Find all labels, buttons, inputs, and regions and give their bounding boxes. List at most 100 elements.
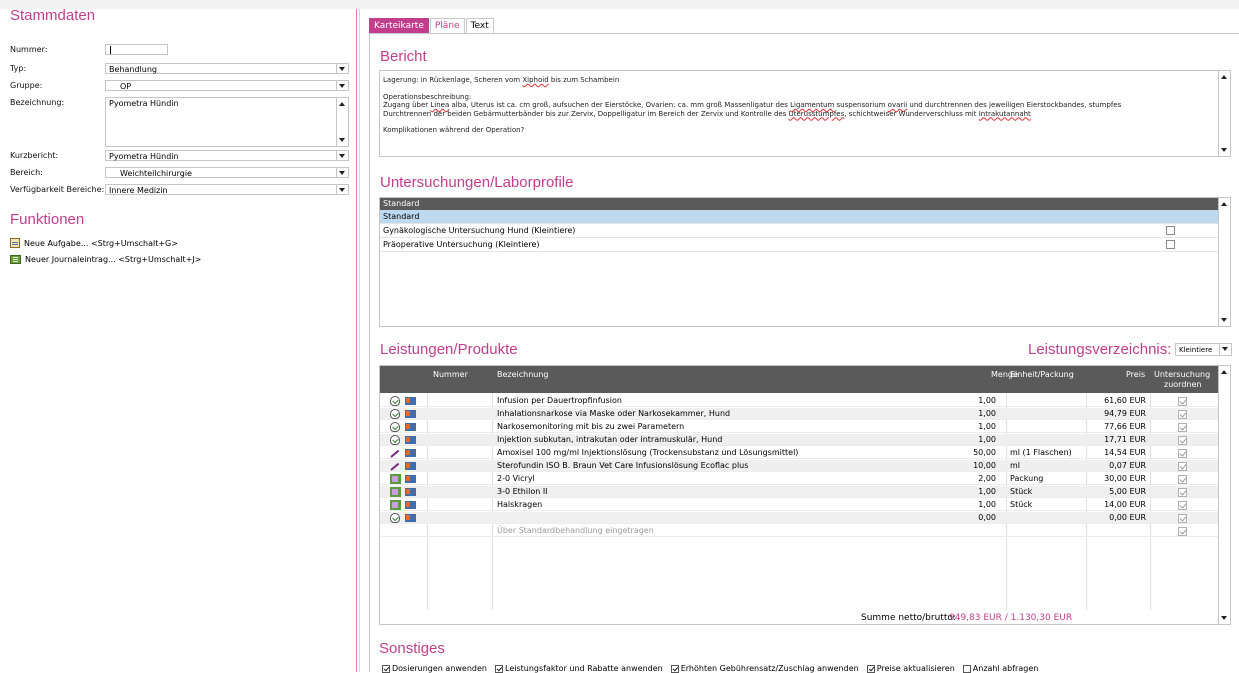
product-icon	[390, 474, 401, 484]
table-row[interactable]: Sterofundin ISO B. Braun Vet Care Infusi…	[380, 460, 1220, 472]
table-row[interactable]: Präoperative Untersuchung (Kleintiere)	[380, 238, 1220, 252]
row-checkbox[interactable]	[1166, 240, 1175, 249]
bericht-scrollbar[interactable]	[1218, 71, 1230, 156]
col-nummer[interactable]: Nummer	[433, 370, 468, 379]
row-checkbox[interactable]	[1178, 436, 1187, 445]
untersuchungen-title: Untersuchungen/Laborprofile	[380, 174, 574, 191]
invoice-icon	[405, 436, 416, 444]
checkbox[interactable]	[962, 664, 971, 673]
bereich-select[interactable]: Weichteilchirurgie	[105, 167, 349, 178]
tab-bar: Karteikarte Pläne Text	[369, 18, 495, 33]
row-checkbox[interactable]	[1178, 397, 1187, 406]
invoice-icon	[405, 462, 416, 470]
row-checkbox[interactable]	[1178, 488, 1187, 497]
col-bezeichnung[interactable]: Bezeichnung	[497, 370, 549, 379]
chevron-down-icon[interactable]	[336, 168, 348, 177]
chevron-down-icon[interactable]	[336, 81, 348, 90]
new-journal-link[interactable]: Neuer Journaleintrag... <Strg+Umschalt+J…	[10, 255, 201, 264]
scroll-up-icon[interactable]	[1219, 368, 1230, 376]
scroll-down-icon[interactable]	[1219, 614, 1230, 622]
table-row[interactable]: Narkosemonitoring mit bis zu zwei Parame…	[380, 421, 1220, 433]
chevron-down-icon[interactable]	[1219, 344, 1231, 355]
table-row[interactable]: Über Standardbehandlung eingetragen	[380, 525, 1220, 537]
ops-header: Operationsbeschreibung:	[383, 92, 472, 101]
scroll-down-icon[interactable]	[1219, 146, 1230, 154]
checkbox[interactable]	[382, 664, 390, 673]
chevron-down-icon[interactable]	[336, 64, 348, 73]
table-row[interactable]: Standard	[380, 210, 1220, 224]
kurzbericht-select[interactable]: Pyometra Hündin	[105, 150, 349, 161]
typ-select[interactable]: Behandlung	[105, 63, 349, 74]
scroll-up-icon[interactable]	[1219, 73, 1230, 81]
col-untersuchung[interactable]: Untersuchung	[1154, 370, 1210, 379]
table-row[interactable]: Infusion per Dauertropfinfusion 1,00 61,…	[380, 395, 1220, 407]
leistungsverzeichnis-select[interactable]: Kleintiere	[1175, 343, 1232, 356]
scroll-down-icon[interactable]	[1219, 316, 1230, 324]
invoice-icon	[405, 501, 416, 509]
stammdaten-title: Stammdaten	[10, 7, 96, 24]
treatment-icon	[390, 409, 400, 419]
checkbox[interactable]	[495, 664, 503, 673]
panel-divider[interactable]	[356, 9, 357, 672]
col-preis[interactable]: Preis	[1126, 370, 1145, 379]
syringe-icon	[390, 462, 400, 471]
table-row[interactable]: 3-0 Ethilon II 1,00 Stück 5,00 EUR	[380, 486, 1220, 498]
summe-label: Summe netto/brutto:	[861, 613, 956, 623]
table-row[interactable]: Injektion subkutan, intrakutan oder intr…	[380, 434, 1220, 446]
invoice-icon	[405, 475, 416, 483]
verfuegbarkeit-select[interactable]: Innere Medizin	[105, 184, 349, 195]
nummer-input[interactable]	[105, 44, 168, 55]
treatment-icon	[390, 396, 400, 406]
invoice-icon	[405, 514, 416, 522]
tab-text[interactable]: Text	[465, 18, 494, 33]
tab-karteikarte[interactable]: Karteikarte	[369, 18, 429, 33]
chevron-down-icon[interactable]	[336, 185, 348, 194]
row-checkbox[interactable]	[1178, 527, 1187, 536]
table-header: Nummer Bezeichnung Menge Einheit/Packung…	[380, 366, 1220, 393]
row-checkbox[interactable]	[1166, 226, 1175, 235]
row-checkbox[interactable]	[1178, 410, 1187, 419]
panel-divider-shadow	[359, 9, 360, 672]
text-caret	[110, 46, 111, 54]
scroll-down-icon[interactable]	[337, 136, 348, 144]
chevron-down-icon[interactable]	[336, 151, 348, 160]
new-task-link[interactable]: Neue Aufgabe... <Strg+Umschalt+G>	[10, 238, 178, 248]
checkbox[interactable]	[866, 664, 875, 673]
row-checkbox[interactable]	[1178, 475, 1187, 484]
table-row[interactable]: 0,00 0,00 EUR	[380, 512, 1220, 524]
bereich-label: Bereich:	[10, 168, 43, 177]
bericht-title: Bericht	[380, 48, 427, 65]
row-checkbox[interactable]	[1178, 423, 1187, 432]
row-checkbox[interactable]	[1178, 449, 1187, 458]
bericht-textarea[interactable]: Lagerung: in Rückenlage, Scheren vom Xip…	[379, 70, 1231, 157]
task-icon	[10, 238, 20, 248]
untersuchungen-table: Standard Standard Gynäkologische Untersu…	[379, 197, 1231, 327]
invoice-icon	[405, 488, 416, 496]
checkbox[interactable]	[670, 664, 679, 673]
leistungen-scrollbar[interactable]	[1218, 366, 1230, 624]
table-row[interactable]: Amoxisel 100 mg/ml Injektionslösung (Tro…	[380, 447, 1220, 459]
untersuchungen-scrollbar[interactable]	[1218, 198, 1230, 326]
col-einheit[interactable]: Einheit/Packung	[1010, 370, 1074, 379]
table-row[interactable]: Halskragen 1,00 Stück 14,00 EUR	[380, 499, 1220, 511]
product-icon	[390, 487, 401, 497]
row-checkbox[interactable]	[1178, 462, 1187, 471]
row-checkbox[interactable]	[1178, 514, 1187, 523]
nummer-label: Nummer:	[10, 45, 48, 54]
scroll-up-icon[interactable]	[1219, 200, 1230, 208]
typ-label: Typ:	[10, 64, 27, 73]
leistungen-title: Leistungen/Produkte	[380, 341, 518, 358]
row-checkbox[interactable]	[1178, 501, 1187, 510]
table-row[interactable]: 2-0 Vicryl 2,00 Packung 30,00 EUR	[380, 473, 1220, 485]
bezeichnung-textarea[interactable]: Pyometra Hündin	[105, 97, 349, 147]
scroll-up-icon[interactable]	[337, 100, 348, 108]
leistungsverzeichnis-label: Leistungsverzeichnis:	[1028, 341, 1172, 358]
table-row[interactable]: Gynäkologische Untersuchung Hund (Kleint…	[380, 224, 1220, 238]
treatment-icon	[390, 422, 400, 432]
tab-plaene[interactable]: Pläne	[429, 18, 465, 33]
textarea-scrollbar[interactable]	[336, 98, 348, 146]
table-row[interactable]: Inhalationsnarkose via Maske oder Narkos…	[380, 408, 1220, 420]
gruppe-select[interactable]: OP	[105, 80, 349, 91]
gruppe-label: Gruppe:	[10, 81, 43, 90]
verfuegbarkeit-label: Verfügbarkeit Bereiche:	[10, 185, 105, 194]
